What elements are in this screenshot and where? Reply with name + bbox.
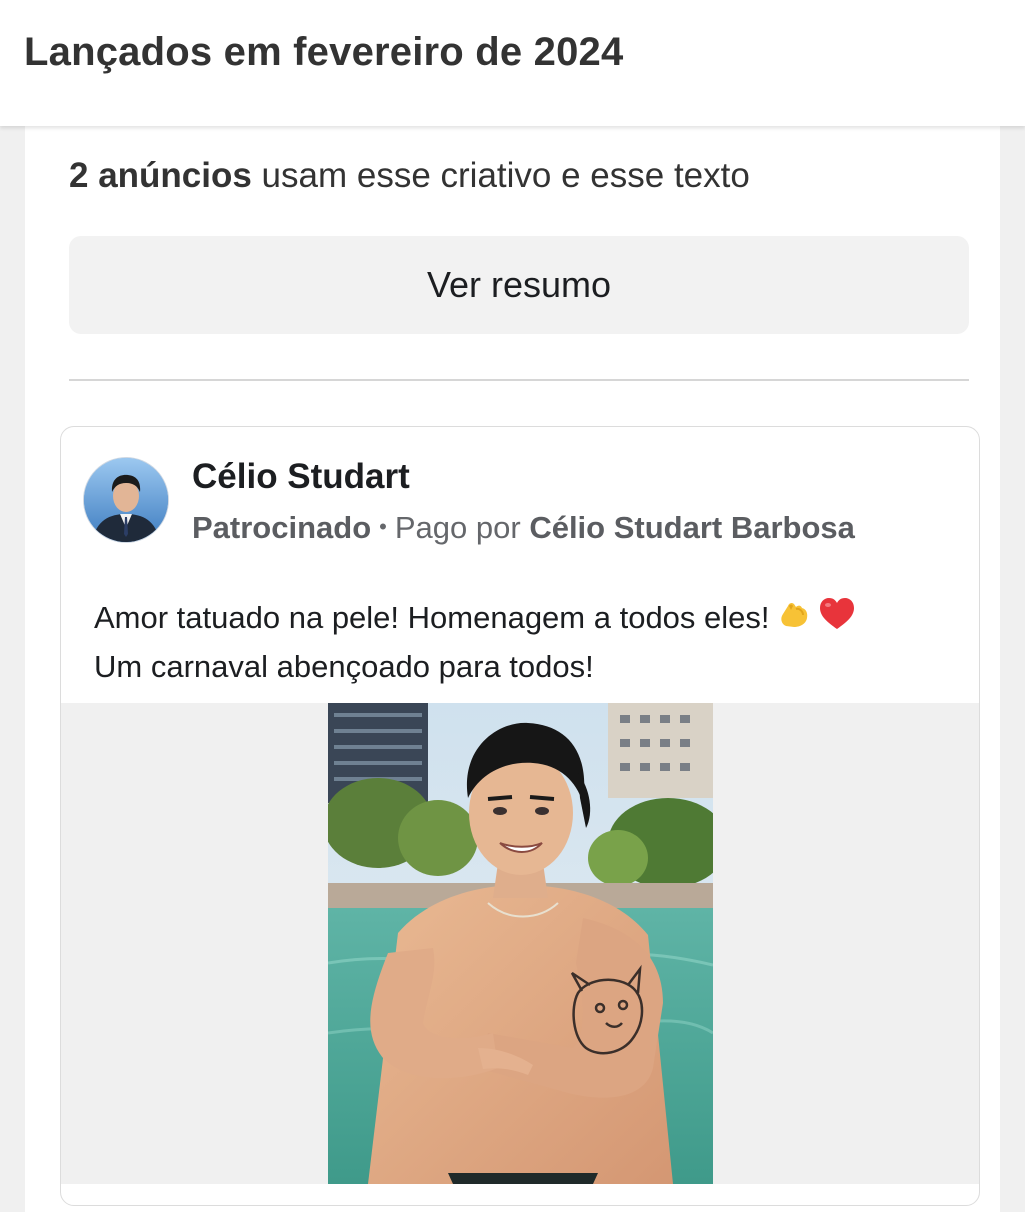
red-heart-emoji-icon [818,596,856,644]
meta-separator: • [379,514,387,539]
view-summary-button[interactable]: Ver resumo [69,236,969,334]
page-header: Lançados em fevereiro de 2024 [0,0,1025,126]
paid-by-prefix: Pago por [394,510,521,545]
paid-by-name: Célio Studart Barbosa [529,510,855,545]
ads-count-text: 2 anúncios usam esse criativo e esse tex… [69,156,750,196]
ads-count-rest: usam esse criativo e esse texto [251,156,750,195]
ad-body-line-1: Amor tatuado na pele! Homenagem a todos … [94,595,954,644]
ad-preview-card: Célio Studart Patrocinado • Pago por Célio… [60,426,980,1206]
ad-media-area [61,703,979,1184]
sponsored-label: Patrocinado [192,510,372,545]
ad-body-line-1-text: Amor tatuado na pele! Homenagem a todos … [94,600,770,635]
advertiser-avatar[interactable] [84,458,168,542]
advertiser-avatar-image [84,458,168,542]
ad-body-line-2: Um carnaval abençoado para todos! [94,649,594,684]
man-in-pool-photo [328,703,713,1184]
page-title: Lançados em fevereiro de 2024 [24,30,624,74]
ads-count-bold: 2 anúncios [69,156,252,195]
ad-library-panel: 2 anúncios usam esse criativo e esse tex… [25,126,1000,1212]
advertiser-name-link[interactable]: Célio Studart [192,457,410,497]
flexed-biceps-emoji-icon [776,596,812,644]
ad-creative-photo[interactable] [328,703,713,1184]
ad-meta-line: Patrocinado • Pago por Célio Studart Barbo… [192,510,855,546]
divider [69,379,969,381]
ad-body-text: Amor tatuado na pele! Homenagem a todos … [94,595,954,689]
